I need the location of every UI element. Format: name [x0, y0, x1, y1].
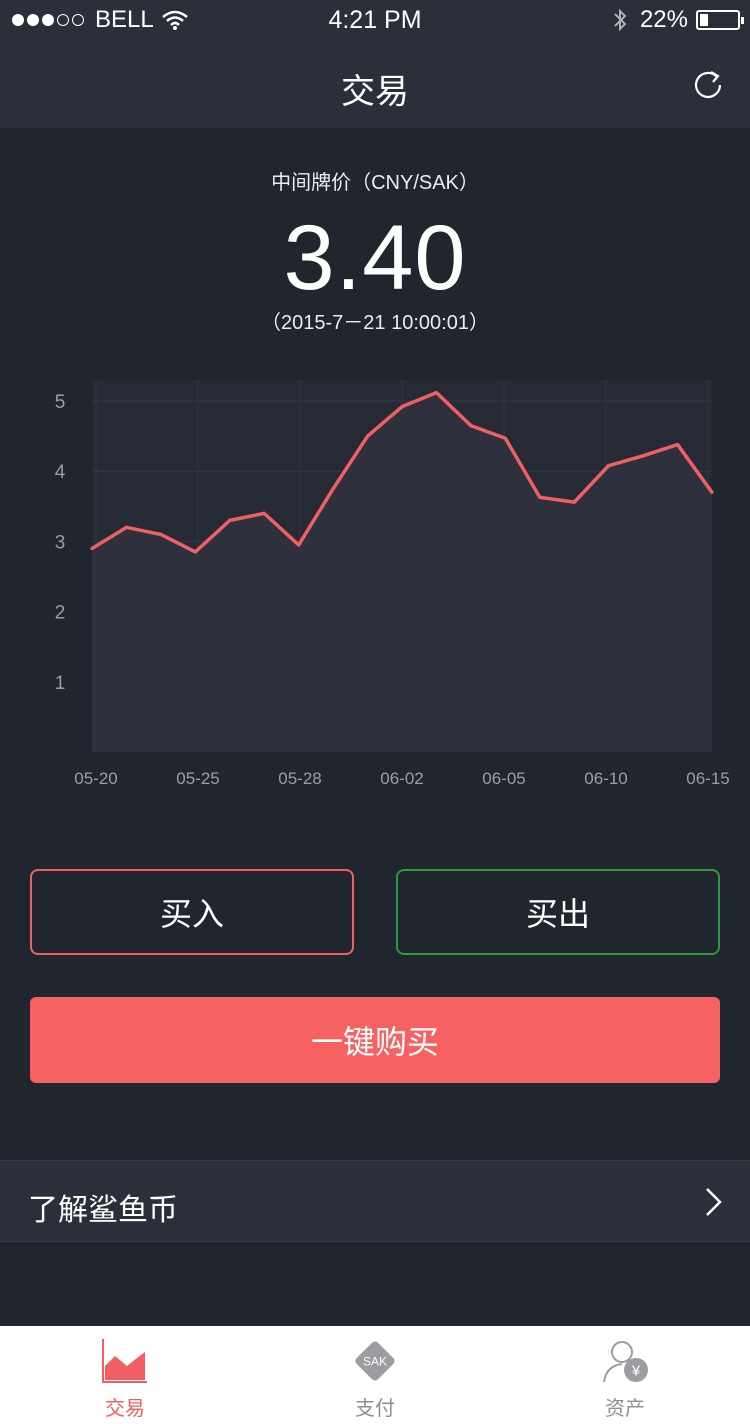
chart-x-tick-label: 06-05	[482, 769, 525, 788]
battery-percent: 22%	[639, 6, 688, 33]
tab-trade[interactable]: 交易	[0, 1326, 250, 1424]
chart-data-point	[710, 490, 714, 494]
battery-icon	[696, 10, 744, 30]
chart-data-point	[124, 525, 129, 529]
user-yuan-icon: ¥	[603, 1341, 648, 1383]
sell-button[interactable]: 买出	[396, 869, 720, 955]
page-title: 交易	[341, 73, 409, 111]
chart-data-point	[434, 391, 439, 395]
sak-coin-icon: SAK	[355, 1341, 395, 1381]
price-value: 3.40	[283, 207, 467, 309]
chart-data-point	[538, 495, 542, 499]
chart-y-tick-label: 2	[55, 603, 66, 624]
chart-data-point	[400, 405, 404, 409]
chart-icon	[102, 1339, 147, 1383]
chart-x-tick-label: 05-20	[74, 769, 117, 788]
chart-data-point	[193, 550, 197, 554]
learn-about-label: 了解鲨鱼币	[28, 1194, 178, 1227]
tab-trade-label: 交易	[105, 1398, 145, 1420]
chart-x-tick-label: 06-15	[686, 769, 729, 788]
chart-y-tick-label: 1	[55, 673, 66, 694]
tab-bar: 交易 SAK 支付 ¥ 资产	[0, 1326, 750, 1424]
status-right: 22%	[612, 6, 744, 34]
nav-bar: 交易	[0, 40, 750, 128]
price-timestamp: （2015-7－21 10:00:01）	[261, 312, 489, 334]
chart-data-point	[675, 442, 680, 447]
chart-data-point	[572, 500, 576, 504]
learn-about-row[interactable]: 了解鲨鱼币	[0, 1160, 750, 1242]
tab-pay-label: 支付	[355, 1398, 395, 1420]
chevron-right-icon	[706, 1188, 722, 1216]
chart-x-tick-label: 05-25	[176, 769, 219, 788]
chart-data-point	[228, 518, 232, 522]
chart-y-tick-label: 3	[55, 532, 66, 553]
bluetooth-icon	[614, 8, 627, 32]
chart-data-point	[262, 511, 266, 515]
chart-x-tick-label: 06-10	[584, 769, 627, 788]
chart-data-point	[607, 464, 611, 468]
price-chart: 1 2 3 4 5 05-20 05-25 05-28 06-02 06-05 06-10 06-15	[55, 380, 730, 788]
chart-data-point	[503, 436, 507, 440]
tab-assets-label: 资产	[605, 1398, 645, 1420]
tab-assets[interactable]: ¥ 资产	[500, 1326, 750, 1424]
chart-data-point	[159, 532, 163, 537]
chart-data-point	[641, 454, 645, 458]
status-bar: BELL 4:21 PM 22%	[0, 0, 750, 40]
price-label: 中间牌价（CNY/SAK）	[271, 172, 479, 194]
tab-pay[interactable]: SAK 支付	[250, 1326, 500, 1424]
yuan-badge-text: ¥	[631, 1363, 641, 1380]
chart-x-tick-label: 06-02	[380, 769, 423, 788]
refresh-icon[interactable]	[692, 68, 724, 100]
sak-badge-text: SAK	[363, 1355, 387, 1369]
chart-data-point	[365, 434, 370, 438]
chart-data-point	[90, 546, 94, 551]
chart-data-point	[297, 543, 301, 547]
chart-data-point	[469, 424, 473, 428]
chart-x-tick-label: 05-28	[278, 769, 321, 788]
chart-y-tick-label: 5	[55, 392, 66, 413]
chart-data-point	[331, 487, 335, 491]
one-click-buy-button[interactable]: 一键购买	[30, 997, 720, 1083]
buy-button[interactable]: 买入	[30, 869, 354, 955]
chart-y-tick-label: 4	[55, 462, 66, 483]
